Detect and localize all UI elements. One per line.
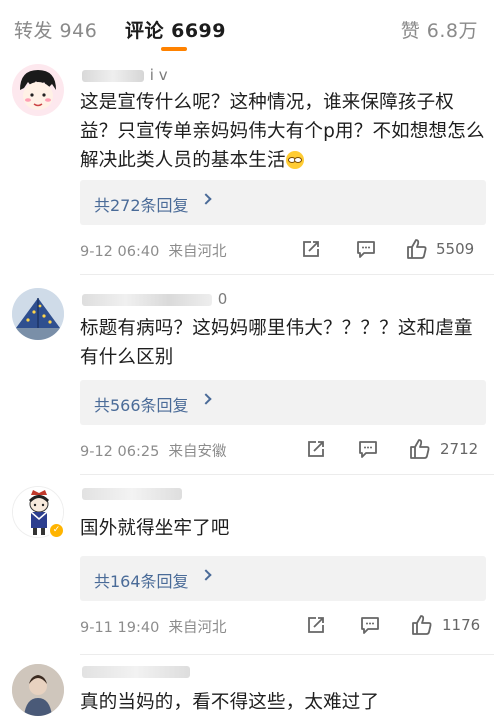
thumbs-up-icon[interactable] [408, 437, 432, 461]
chevron-right-icon [200, 193, 212, 205]
blurred-name [82, 69, 144, 82]
replies-count: 共566条回复 [94, 396, 189, 415]
like-count: 5509 [436, 240, 475, 258]
comment-time: 9-12 06:40 [80, 244, 160, 260]
avatar[interactable] [12, 288, 64, 340]
replies-button[interactable]: 共566条回复 [80, 380, 486, 425]
avatar-cartoon-girl-icon [12, 64, 64, 116]
comment-icon[interactable] [359, 614, 381, 636]
comment-icon[interactable] [357, 438, 379, 460]
username[interactable] [82, 662, 191, 684]
comment-text: 标题有病吗？这妈妈哪里伟大？？？？这和虐童有什么区别 [80, 318, 473, 368]
tab-repost[interactable]: 转发 946 [14, 16, 97, 43]
verified-badge-icon: ✓ [48, 522, 65, 539]
replies-button[interactable]: 共272条回复 [80, 180, 486, 225]
comment-icon[interactable] [355, 238, 377, 260]
glasses-emoji-icon [285, 151, 304, 169]
divider [80, 274, 494, 275]
chevron-right-icon [200, 393, 212, 405]
comment-meta: 9-12 06:25 来自安徽 [80, 440, 227, 461]
username[interactable]: 0 [82, 290, 227, 312]
like-count: 1176 [442, 616, 481, 634]
comment-text: 这是宣传什么呢？这种情况，谁来保障孩子权益？只宣传单亲妈妈伟大有个p用？不如想想… [80, 92, 485, 171]
comment-source: 来自河北 [168, 244, 227, 260]
active-tab-indicator [161, 47, 187, 51]
blurred-name [82, 487, 182, 500]
avatar[interactable] [12, 664, 64, 716]
blurred-name [82, 293, 212, 306]
comment-text: 国外就得坐牢了吧 [80, 518, 230, 539]
replies-count: 共272条回复 [94, 196, 189, 215]
tab-comment[interactable]: 评论 6699 [125, 16, 226, 43]
comment-time: 9-12 06:25 [80, 444, 160, 460]
replies-button[interactable]: 共164条回复 [80, 556, 486, 601]
share-icon[interactable] [305, 438, 327, 460]
comment-time: 9-11 19:40 [80, 620, 160, 636]
share-icon[interactable] [300, 238, 322, 260]
comment-tabs: 转发 946 评论 6699 赞 6.8万 [0, 0, 494, 58]
username[interactable] [82, 484, 183, 506]
divider [80, 654, 494, 655]
divider [80, 474, 494, 475]
thumbs-up-icon[interactable] [410, 613, 434, 637]
avatar-photo-icon [12, 664, 64, 716]
comment-text: 真的当妈的，看不得这些，太难过了 [80, 692, 380, 713]
chevron-right-icon [200, 569, 212, 581]
avatar[interactable] [12, 64, 64, 116]
comment-meta: 9-12 06:40 来自河北 [80, 240, 227, 261]
replies-count: 共164条回复 [94, 572, 189, 591]
share-icon[interactable] [305, 614, 327, 636]
blurred-name [82, 665, 190, 678]
comment-source: 来自河北 [168, 620, 227, 636]
tab-like[interactable]: 赞 6.8万 [401, 16, 478, 43]
like-count: 2712 [440, 440, 479, 458]
comment-meta: 9-11 19:40 来自河北 [80, 616, 227, 637]
avatar-tent-icon [12, 288, 64, 340]
username[interactable]: i v [82, 66, 168, 88]
comment-source: 来自安徽 [168, 444, 227, 460]
thumbs-up-icon[interactable] [405, 237, 429, 261]
